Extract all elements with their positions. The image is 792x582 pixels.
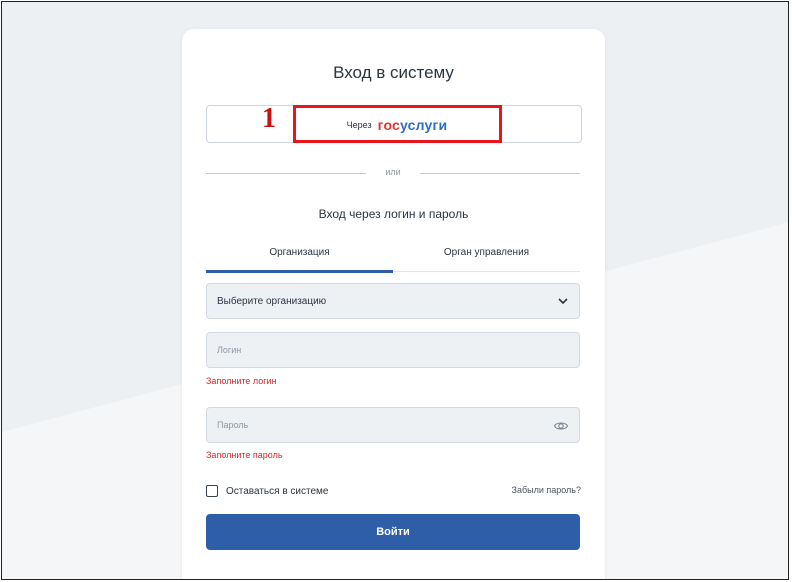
or-label: или	[385, 167, 401, 177]
checkbox-icon[interactable]	[206, 485, 218, 497]
password-field[interactable]	[206, 407, 580, 443]
or-divider: или	[206, 167, 580, 179]
gosuslugi-button-content[interactable]: Через госуслуги	[292, 107, 502, 143]
gosuslugi-logo: госуслуги	[377, 117, 448, 133]
password-error: Заполните пароль	[206, 450, 283, 460]
chevron-down-icon	[558, 298, 568, 305]
page-frame: Вход в систему Через госуслуги 1 или Вхо…	[1, 1, 789, 580]
password-input[interactable]	[207, 408, 579, 442]
gosuslugi-prefix: Через	[346, 120, 372, 130]
login-input[interactable]	[207, 333, 579, 367]
active-tab-indicator	[206, 270, 393, 273]
annotation-number: 1	[262, 103, 276, 134]
submit-button[interactable]: Войти	[206, 514, 580, 550]
remember-me-checkbox[interactable]: Оставаться в системе	[206, 485, 328, 497]
login-error: Заполните логин	[206, 376, 277, 386]
organization-select[interactable]: Выберите организацию	[206, 283, 580, 319]
login-field[interactable]	[206, 332, 580, 368]
login-card: Вход в систему Через госуслуги 1 или Вхо…	[182, 29, 605, 579]
login-type-tabs: Организация Орган управления	[206, 241, 580, 273]
tab-organization[interactable]: Организация	[206, 247, 393, 258]
tab-governing-body[interactable]: Орган управления	[393, 247, 580, 258]
remember-me-label: Оставаться в системе	[226, 485, 329, 497]
organization-select-value: Выберите организацию	[217, 296, 327, 307]
page-title: Вход в систему	[333, 63, 454, 82]
forgot-password-link[interactable]: Забыли пароль?	[512, 485, 581, 495]
eye-icon[interactable]	[553, 418, 569, 434]
login-password-subtitle: Вход через логин и пароль	[318, 207, 469, 221]
